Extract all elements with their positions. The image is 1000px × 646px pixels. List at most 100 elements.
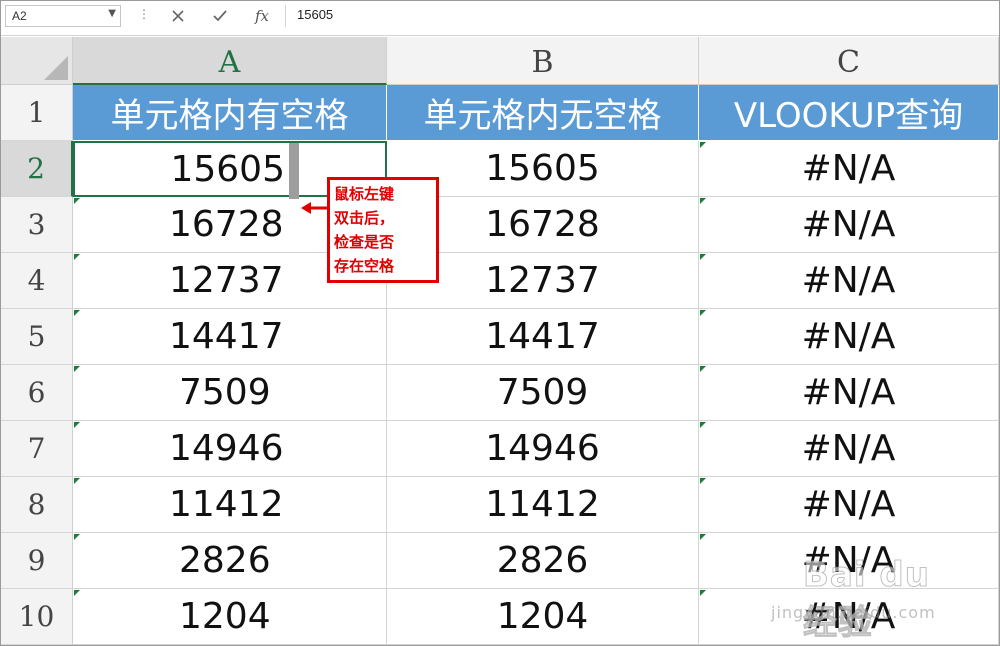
cell-b2-value: 15605	[485, 148, 600, 189]
cell-b5-value: 14417	[485, 316, 600, 357]
close-icon[interactable]	[165, 5, 191, 27]
select-all-triangle-icon	[44, 56, 68, 80]
cell-b6[interactable]: 7509	[387, 365, 699, 421]
callout-line-4: 存在空格	[334, 257, 395, 275]
cell-c4[interactable]: #N/A	[699, 253, 999, 309]
worksheet-grid: A B C 1 2 3 4 5 6 7 8 9 10 单元格内有空格 单元格内无…	[1, 37, 999, 645]
row-header-8[interactable]: 8	[1, 477, 73, 533]
cell-a6-value: 7509	[179, 372, 271, 413]
error-indicator-icon	[700, 534, 706, 540]
cell-b8[interactable]: 11412	[387, 477, 699, 533]
cell-a1[interactable]: 单元格内有空格	[73, 85, 387, 141]
cell-c8[interactable]: #N/A	[699, 477, 999, 533]
cell-b10[interactable]: 1204	[387, 589, 699, 645]
cell-a3-value: 16728	[169, 204, 284, 245]
select-all-button[interactable]	[1, 37, 73, 85]
row-header-4[interactable]: 4	[1, 253, 73, 309]
cell-a9-value: 2826	[179, 540, 271, 581]
error-indicator-icon	[700, 590, 706, 596]
cell-b4-value: 12737	[485, 260, 600, 301]
cell-a10-value: 1204	[179, 596, 271, 637]
cell-c3[interactable]: #N/A	[699, 197, 999, 253]
error-indicator-icon	[700, 198, 706, 204]
callout-line-3: 检查是否	[334, 233, 395, 251]
cell-c2-value: #N/A	[801, 148, 896, 189]
cell-c6[interactable]: #N/A	[699, 365, 999, 421]
cell-a7-value: 14946	[169, 428, 284, 469]
check-icon[interactable]	[207, 5, 233, 27]
row-header-3[interactable]: 3	[1, 197, 73, 253]
row-header-9[interactable]: 9	[1, 533, 73, 589]
error-indicator-icon	[74, 590, 80, 596]
cell-c4-value: #N/A	[801, 260, 896, 301]
chevron-down-icon[interactable]: ▼	[108, 8, 116, 19]
row-header-1[interactable]: 1	[1, 85, 73, 141]
cell-b8-value: 11412	[485, 484, 600, 525]
row-header-2[interactable]: 2	[1, 141, 73, 197]
error-indicator-icon	[74, 422, 80, 428]
error-indicator-icon	[700, 478, 706, 484]
cell-c5[interactable]: #N/A	[699, 309, 999, 365]
fx-label: fx	[254, 7, 269, 25]
error-indicator-icon	[700, 142, 706, 148]
edit-cursor-highlight	[289, 143, 299, 199]
cell-c3-value: #N/A	[801, 204, 896, 245]
fx-icon[interactable]: fx	[249, 5, 275, 27]
cell-c1[interactable]: VLOOKUP查询	[699, 85, 999, 141]
cell-a5[interactable]: 14417	[73, 309, 387, 365]
cell-a8-value: 11412	[169, 484, 284, 525]
error-indicator-icon	[74, 254, 80, 260]
name-box[interactable]: A2 ▼	[5, 5, 121, 27]
cell-c8-value: #N/A	[801, 484, 896, 525]
error-indicator-icon	[700, 254, 706, 260]
cell-b7[interactable]: 14946	[387, 421, 699, 477]
name-box-value: A2	[12, 9, 27, 23]
watermark-url: jingyan.baidu.com	[771, 603, 936, 622]
formula-divider	[285, 5, 286, 27]
cell-b10-value: 1204	[496, 596, 589, 637]
watermark-brand: Bai du 经验	[803, 555, 930, 644]
cell-c7-value: #N/A	[801, 428, 896, 469]
error-indicator-icon	[700, 310, 706, 316]
cell-c2[interactable]: #N/A	[699, 141, 999, 197]
cell-a8[interactable]: 11412	[73, 477, 387, 533]
cell-a6[interactable]: 7509	[73, 365, 387, 421]
error-indicator-icon	[700, 422, 706, 428]
cell-a2-value: 15605	[170, 148, 285, 190]
cell-c7[interactable]: #N/A	[699, 421, 999, 477]
cell-a7[interactable]: 14946	[73, 421, 387, 477]
error-indicator-icon	[74, 198, 80, 204]
cell-b9[interactable]: 2826	[387, 533, 699, 589]
row-header-5[interactable]: 5	[1, 309, 73, 365]
cell-a10[interactable]: 1204	[73, 589, 387, 645]
drag-handle-icon[interactable]: ⋮	[138, 7, 150, 21]
cell-a5-value: 14417	[169, 316, 284, 357]
annotation-callout: 鼠标左键 双击后， 检查是否 存在空格	[327, 177, 439, 283]
callout-line-1: 鼠标左键	[334, 185, 395, 203]
column-header-c[interactable]: C	[699, 37, 999, 85]
row-header-10[interactable]: 10	[1, 589, 73, 645]
cell-a9[interactable]: 2826	[73, 533, 387, 589]
cell-b5[interactable]: 14417	[387, 309, 699, 365]
cell-a4-value: 12737	[169, 260, 284, 301]
baidu-watermark: Bai du 经验 jingyan.baidu.com	[763, 549, 943, 644]
cell-b6-value: 7509	[496, 372, 589, 413]
error-indicator-icon	[74, 366, 80, 372]
cell-c5-value: #N/A	[801, 316, 896, 357]
error-indicator-icon	[74, 310, 80, 316]
column-header-a[interactable]: A	[73, 37, 387, 85]
callout-line-2: 双击后，	[334, 209, 395, 227]
formula-bar: A2 ▼ ⋮ fx 15605	[1, 1, 999, 36]
error-indicator-icon	[700, 366, 706, 372]
error-indicator-icon	[74, 534, 80, 540]
formula-input[interactable]: 15605	[297, 7, 333, 22]
cell-b9-value: 2826	[496, 540, 589, 581]
row-header-6[interactable]: 6	[1, 365, 73, 421]
error-indicator-icon	[74, 478, 80, 484]
row-header-7[interactable]: 7	[1, 421, 73, 477]
excel-window: A2 ▼ ⋮ fx 15605 A B C 1 2 3 4 5 6 7 8 9 …	[0, 0, 1000, 646]
cell-b7-value: 14946	[485, 428, 600, 469]
cell-b1[interactable]: 单元格内无空格	[387, 85, 699, 141]
cell-b3-value: 16728	[485, 204, 600, 245]
column-header-b[interactable]: B	[387, 37, 699, 85]
